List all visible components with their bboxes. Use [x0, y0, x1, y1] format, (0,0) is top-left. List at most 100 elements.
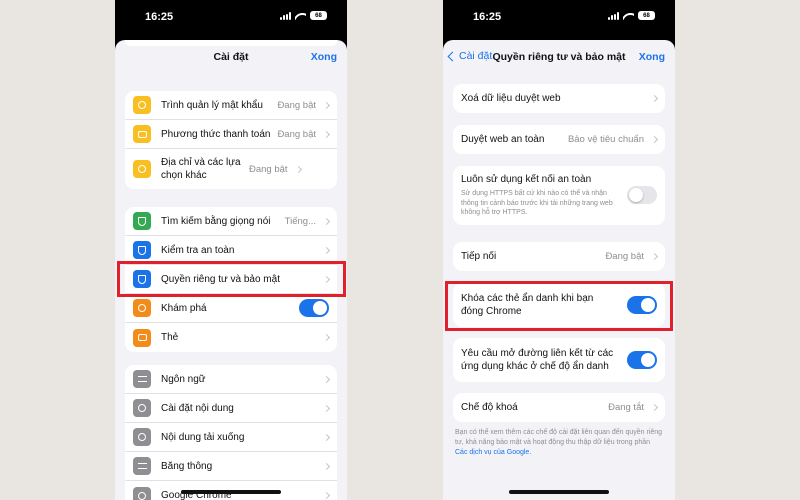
- wifi-icon: [623, 12, 634, 20]
- row-label: Yêu cầu mở đường liên kết từ các ứng dụn…: [461, 348, 614, 372]
- battery-icon: 68: [638, 11, 655, 20]
- clear-browsing-data-row[interactable]: Xoá dữ liệu duyệt web: [453, 84, 665, 113]
- gear-icon: [133, 399, 151, 417]
- translate-icon: [133, 370, 151, 388]
- shield-check-icon: [133, 241, 151, 259]
- chevron-right-icon: [322, 491, 331, 500]
- privacy-sheet: Cài đặt Quyền riêng tư và bảo mật Xong X…: [443, 40, 675, 500]
- settings-row-tabs[interactable]: Thẻ: [125, 323, 337, 352]
- row-label: Ngôn ngữ: [161, 373, 206, 385]
- chevron-right-icon: [322, 246, 331, 254]
- cellular-signal-icon: [280, 11, 291, 20]
- row-label: Phương thức thanh toán: [161, 128, 271, 140]
- chevron-right-icon: [322, 130, 331, 138]
- row-label: Địa chỉ và các lựa chọn khác: [161, 157, 241, 181]
- row-label: Xoá dữ liệu duyệt web: [461, 93, 561, 104]
- settings-row-addresses[interactable]: Địa chỉ và các lựa chọn khác Đang bật: [125, 149, 337, 189]
- battery-icon: 68: [310, 11, 327, 20]
- open-links-incognito-row: Yêu cầu mở đường liên kết từ các ứng dụn…: [453, 338, 665, 382]
- row-label: Tìm kiếm bằng giọng nói: [161, 215, 271, 227]
- row-label: Khám phá: [161, 302, 207, 314]
- home-indicator[interactable]: [181, 490, 281, 494]
- chevron-right-icon: [650, 252, 659, 261]
- nav-bar: Cài đặt Quyền riêng tư và bảo mật Xong: [443, 40, 675, 74]
- discover-toggle[interactable]: [299, 299, 329, 317]
- row-value: Đang bật: [277, 128, 316, 140]
- chevron-right-icon: [322, 404, 331, 412]
- row-label: Cài đặt nội dung: [161, 402, 234, 414]
- group-https: Luôn sử dụng kết nối an toàn Sử dụng HTT…: [453, 166, 665, 225]
- settings-row-downloads[interactable]: Nội dung tải xuống: [125, 423, 337, 452]
- row-value: Bảo vệ tiêu chuẩn: [567, 134, 644, 145]
- chevron-right-icon: [322, 217, 331, 225]
- chevron-right-icon: [650, 135, 659, 144]
- settings-row-password-manager[interactable]: Trình quản lý mật khẩu Đang bật: [125, 91, 337, 120]
- status-time: 16:25: [473, 11, 502, 23]
- row-label: Duyệt web an toàn: [461, 134, 545, 145]
- group-lockdown: Chế độ khoá Đang tắt: [453, 393, 665, 422]
- highlight-box-lock-incognito: [445, 281, 673, 331]
- done-button[interactable]: Xong: [639, 51, 665, 63]
- settings-row-bandwidth[interactable]: Băng thông: [125, 452, 337, 481]
- done-button[interactable]: Xong: [311, 51, 337, 63]
- footer-text: Bạn có thể xem thêm các chế độ cài đặt l…: [455, 429, 663, 446]
- google-services-link[interactable]: Các dịch vụ của Google.: [455, 449, 531, 456]
- settings-row-discover: Khám phá: [125, 294, 337, 323]
- safe-browsing-row[interactable]: Duyệt web an toàn Bảo vệ tiêu chuẩn: [453, 125, 665, 154]
- row-description: Sử dụng HTTPS bất cứ khi nào có thể và n…: [461, 190, 613, 216]
- status-bar: 16:25 68: [443, 0, 675, 34]
- wifi-icon: [295, 12, 306, 20]
- tabs-icon: [133, 328, 151, 347]
- settings-row-payment-methods[interactable]: Phương thức thanh toán Đang bật: [125, 120, 337, 149]
- row-label: Luôn sử dụng kết nối an toàn: [461, 174, 592, 185]
- settings-row-content-settings[interactable]: Cài đặt nội dung: [125, 394, 337, 423]
- chevron-right-icon: [294, 165, 302, 173]
- flame-icon: [133, 299, 151, 317]
- chevron-right-icon: [322, 462, 331, 470]
- https-only-row: Luôn sử dụng kết nối an toàn Sử dụng HTT…: [453, 166, 665, 225]
- chevron-right-icon: [322, 333, 331, 342]
- chevron-right-icon: [650, 403, 659, 412]
- row-label: Băng thông: [161, 460, 213, 472]
- lockdown-mode-row[interactable]: Chế độ khoá Đang tắt: [453, 393, 665, 422]
- home-indicator[interactable]: [509, 490, 609, 494]
- row-value: Đang bật: [249, 163, 288, 175]
- group-safe-browsing: Duyệt web an toàn Bảo vệ tiêu chuẩn: [453, 125, 665, 154]
- status-time: 16:25: [145, 11, 174, 23]
- bandwidth-icon: [133, 457, 151, 475]
- row-value: Đang tắt: [608, 402, 644, 413]
- row-label: Nội dung tải xuống: [161, 431, 245, 443]
- highlight-box-privacy-row: [117, 261, 346, 297]
- chevron-right-icon: [650, 94, 659, 103]
- chevron-right-icon: [322, 375, 331, 383]
- group-clear-data: Xoá dữ liệu duyệt web: [453, 84, 665, 113]
- group-open-links: Yêu cầu mở đường liên kết từ các ứng dụn…: [453, 338, 665, 382]
- row-value: Đang bật: [277, 99, 316, 111]
- row-value: Tiếng...: [284, 215, 316, 227]
- chevron-right-icon: [322, 101, 331, 109]
- microphone-icon: [133, 212, 151, 230]
- card-icon: [133, 125, 151, 143]
- row-label: Chế độ khoá: [461, 402, 518, 413]
- footer-note: Bạn có thể xem thêm các chế độ cài đặt l…: [455, 428, 663, 458]
- location-pin-icon: [133, 160, 151, 178]
- chevron-right-icon: [322, 433, 331, 441]
- group-handoff: Tiếp nối Đang bật: [453, 242, 665, 271]
- row-label: Kiểm tra an toàn: [161, 244, 235, 256]
- cellular-signal-icon: [608, 11, 619, 20]
- row-label: Tiếp nối: [461, 251, 497, 262]
- settings-group-top: [125, 40, 337, 46]
- settings-group-autofill: Trình quản lý mật khẩu Đang bật Phương t…: [125, 91, 337, 189]
- page-title: Quyền riêng tư và bảo mật: [492, 51, 626, 63]
- download-icon: [133, 428, 151, 446]
- settings-group-advanced: Ngôn ngữ Cài đặt nội dung Nội dung tải x…: [125, 365, 337, 500]
- chevron-left-icon: [447, 51, 458, 61]
- phone-right: 16:25 68 Cài đặt Quyền riêng tư và bảo m…: [443, 0, 675, 500]
- https-only-toggle[interactable]: [627, 186, 657, 205]
- handoff-row[interactable]: Tiếp nối Đang bật: [453, 242, 665, 271]
- settings-row-voice-search[interactable]: Tìm kiếm bằng giọng nói Tiếng...: [125, 207, 337, 236]
- status-bar: 16:25 68: [115, 0, 347, 34]
- open-links-incognito-toggle[interactable]: [627, 351, 657, 369]
- key-icon: [133, 96, 151, 114]
- settings-row-languages[interactable]: Ngôn ngữ: [125, 365, 337, 394]
